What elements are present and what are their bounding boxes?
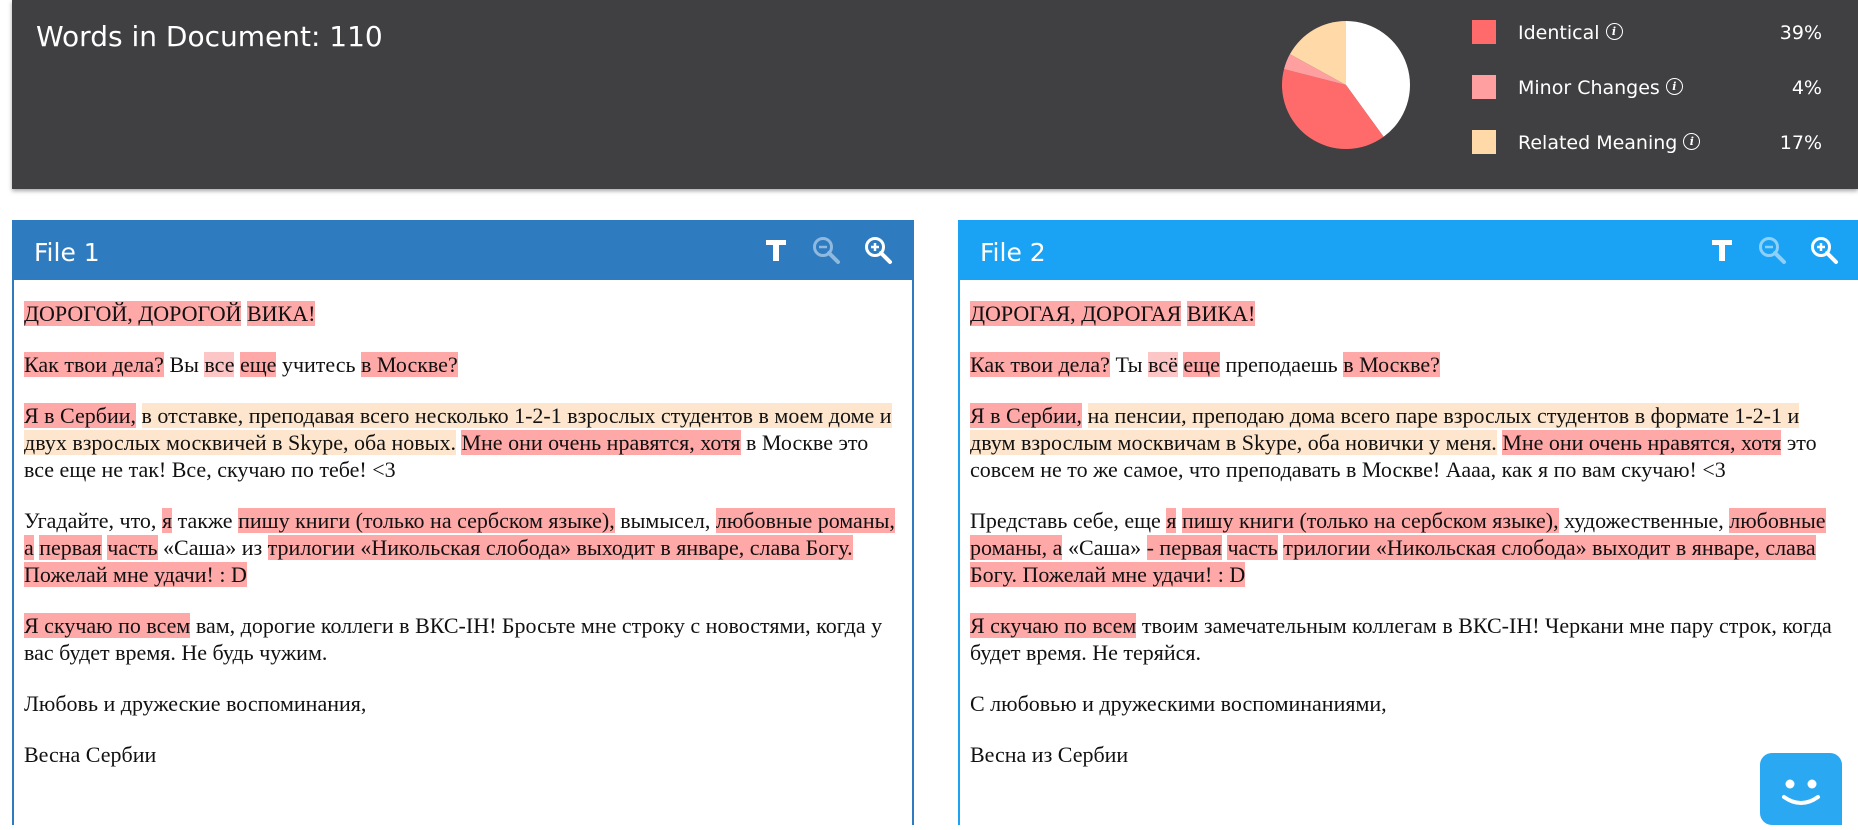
text-segment: Весна из Сербии — [970, 742, 1129, 767]
paragraph: Угадайте, что, я также пишу книги (тольк… — [24, 507, 902, 588]
file-2-header: File 2 — [960, 220, 1858, 280]
paragraph: Я скучаю по всем вам, дорогие коллеги в … — [24, 612, 902, 666]
highlighted-text: Мне они очень нравятся, хотя — [1502, 430, 1782, 455]
text-segment — [136, 403, 142, 428]
paragraph: Я в Сербии, в отставке, преподавая всего… — [24, 402, 902, 483]
highlighted-text: еще — [1183, 352, 1220, 377]
paragraph: Представь себе, еще я пишу книги (только… — [970, 507, 1848, 588]
file-2-title: File 2 — [980, 238, 1046, 267]
text-segment: также — [172, 508, 239, 533]
text-segment: «Саша» из — [157, 535, 268, 560]
legend-pct-identical: 39% — [1779, 22, 1822, 44]
highlighted-text: всё — [1148, 352, 1178, 377]
highlighted-text: Мне они очень нравятся, хотя — [461, 430, 741, 455]
highlighted-text: Как твои дела? — [970, 352, 1110, 377]
highlighted-text: ВИКА! — [246, 301, 316, 326]
chat-bot-icon — [1782, 779, 1820, 805]
zoom-out-icon[interactable] — [1756, 234, 1788, 266]
zoom-in-icon[interactable] — [1808, 234, 1840, 266]
font-size-icon[interactable] — [1706, 234, 1738, 266]
highlighted-text: в Москве? — [361, 352, 458, 377]
highlighted-text: часть — [1227, 535, 1278, 560]
file-2-document: ДОРОГАЯ, ДОРОГАЯ ВИКА! Как твои дела? Ты … — [970, 300, 1848, 792]
text-segment: преподаешь — [1219, 352, 1344, 377]
highlighted-text: еще — [239, 352, 277, 377]
paragraph: Я в Сербии, на пенсии, преподаю дома все… — [970, 402, 1848, 483]
text-segment: вымысел, — [614, 508, 716, 533]
file-1-header: File 1 — [14, 220, 912, 280]
highlighted-text: первая — [39, 535, 102, 560]
highlighted-text: Я в Сербии, — [24, 403, 137, 428]
highlighted-text: Я скучаю по всем — [970, 613, 1137, 638]
related-meaning-swatch — [1472, 130, 1496, 154]
highlighted-text: в Москве? — [1343, 352, 1440, 377]
legend-label-related-meaning: Related Meaning — [1518, 132, 1678, 154]
info-icon[interactable]: i — [1683, 133, 1701, 150]
text-segment: художественные, — [1558, 508, 1730, 533]
text-segment: «Саша» — [1062, 535, 1147, 560]
summary-header: Words in Document: 110 Identical i 39% Mi… — [12, 0, 1858, 189]
highlighted-text: я — [161, 508, 173, 533]
legend-pct-minor-changes: 4% — [1791, 77, 1822, 99]
highlighted-text: пишу книги (только на сербском языке), — [238, 508, 615, 533]
zoom-in-icon[interactable] — [862, 234, 894, 266]
highlighted-text: Как твои дела? — [24, 352, 164, 377]
chat-widget-button[interactable] — [1760, 753, 1842, 825]
similarity-legend: Identical i 39% Minor Changes i 4% Related… — [1472, 18, 1852, 183]
text-segment: Ты — [1109, 352, 1149, 377]
highlighted-text: ДОРОГАЯ, ДОРОГАЯ — [970, 301, 1182, 326]
font-size-icon[interactable] — [760, 234, 792, 266]
paragraph: Я скучаю по всем твоим замечательным кол… — [970, 612, 1848, 666]
legend-row-identical: Identical i 39% — [1472, 18, 1852, 73]
file-1-title: File 1 — [34, 238, 100, 267]
legend-label-minor-changes: Minor Changes — [1518, 77, 1660, 99]
highlighted-text: все — [204, 352, 235, 377]
paragraph: ДОРОГОЙ, ДОРОГОЙ ВИКА! — [24, 300, 902, 327]
minor-changes-swatch — [1472, 75, 1496, 99]
highlighted-text: я — [1166, 508, 1177, 533]
highlighted-text: пишу книги (только на сербском языке), — [1181, 508, 1559, 533]
legend-label-identical: Identical — [1518, 22, 1600, 44]
file-1-document: ДОРОГОЙ, ДОРОГОЙ ВИКА! Как твои дела? Вы … — [24, 300, 902, 792]
identical-swatch — [1472, 20, 1496, 44]
paragraph: Весна Сербии — [24, 741, 902, 768]
info-icon[interactable]: i — [1605, 23, 1623, 40]
highlighted-text: ВИКА! — [1186, 301, 1256, 326]
paragraph: Весна из Сербии — [970, 741, 1848, 768]
zoom-out-icon[interactable] — [810, 234, 842, 266]
file-2-panel: File 2 ДОРОГАЯ, ДОРОГАЯ ВИКА! Как твои де… — [958, 220, 1858, 825]
highlighted-text: - первая — [1146, 535, 1222, 560]
text-segment: Весна Сербии — [24, 742, 157, 767]
paragraph: Любовь и дружеские воспоминания, — [24, 690, 902, 717]
word-count-title: Words in Document: 110 — [36, 20, 383, 53]
file-1-panel: File 1 ДОРОГОЙ, ДОРОГОЙ ВИКА! Как твои де… — [12, 220, 914, 825]
legend-row-minor-changes: Minor Changes i 4% — [1472, 73, 1852, 128]
info-icon[interactable]: i — [1665, 78, 1683, 95]
text-segment: Представь себе, еще — [970, 508, 1167, 533]
highlighted-text: ДОРОГОЙ, ДОРОГОЙ — [24, 301, 242, 326]
paragraph: Как твои дела? Вы все еще учитесь в Моск… — [24, 351, 902, 378]
paragraph: С любовью и дружескими воспоминаниями, — [970, 690, 1848, 717]
text-segment: Вы — [163, 352, 205, 377]
text-segment — [1082, 403, 1088, 428]
legend-pct-related-meaning: 17% — [1779, 132, 1822, 154]
legend-row-related-meaning: Related Meaning i 17% — [1472, 128, 1852, 183]
text-segment: Любовь и дружеские воспоминания, — [24, 691, 367, 716]
text-segment: С любовью и дружескими воспоминаниями, — [970, 691, 1387, 716]
highlighted-text: Я в Сербии, — [970, 403, 1083, 428]
text-segment: Угадайте, что, — [24, 508, 162, 533]
highlighted-text: часть — [107, 535, 158, 560]
similarity-pie-chart — [1282, 21, 1410, 149]
highlighted-text: Я скучаю по всем — [24, 613, 191, 638]
paragraph: Как твои дела? Ты всё еще преподаешь в М… — [970, 351, 1848, 378]
paragraph: ДОРОГАЯ, ДОРОГАЯ ВИКА! — [970, 300, 1848, 327]
text-segment: учитесь — [276, 352, 362, 377]
